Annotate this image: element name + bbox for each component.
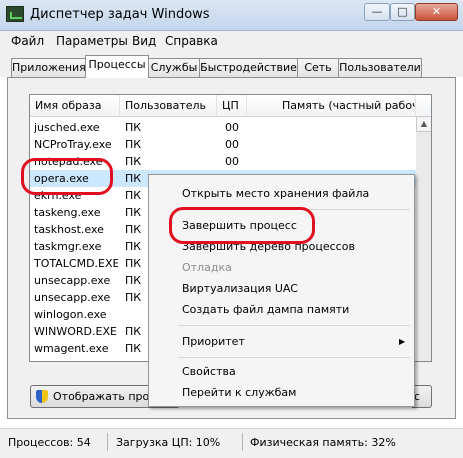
menu-uac-virtualization[interactable]: Виртуализация UAC <box>182 282 298 295</box>
column-user[interactable]: Пользователь <box>120 95 217 116</box>
process-name: wmagent.exe <box>34 342 109 355</box>
scroll-up-icon[interactable]: ▲ <box>416 116 431 132</box>
process-name: unsecapp.exe <box>34 274 111 287</box>
window-title: Диспетчер задач Windows <box>30 7 210 22</box>
menu-priority[interactable]: Приоритет <box>182 335 245 348</box>
process-name: winlogon.exe <box>34 308 107 321</box>
status-physical-memory: Физическая память: 32% <box>250 436 396 449</box>
submenu-arrow-icon: ▶ <box>399 337 406 346</box>
table-row[interactable]: jusched.exe ПК 00 <box>30 119 431 136</box>
column-image-name[interactable]: Имя образа <box>30 95 120 116</box>
close-button[interactable]: ✕ <box>415 3 458 21</box>
process-name: WINWORD.EXE <box>34 325 117 338</box>
menu-options[interactable]: Параметры <box>56 34 128 48</box>
status-bar: Процессов: 54 Загрузка ЦП: 10% Физическа… <box>0 428 463 458</box>
maximize-button[interactable]: □ <box>390 3 415 21</box>
tab-applications[interactable]: Приложения <box>11 58 86 77</box>
process-name: NCProTray.exe <box>34 138 112 151</box>
tab-users[interactable]: Пользователи <box>338 58 422 77</box>
process-user: ПК <box>125 138 142 151</box>
menu-separator <box>178 357 410 358</box>
annotation-circle-end-process <box>169 207 315 244</box>
status-cpu-load: Загрузка ЦП: 10% <box>116 436 221 449</box>
process-name: taskhost.exe <box>34 223 104 236</box>
process-user: ПК <box>125 155 142 168</box>
vertical-scrollbar[interactable]: ▲ <box>416 116 431 361</box>
menu-go-to-services[interactable]: Перейти к службам <box>182 386 296 399</box>
tab-processes[interactable]: Процессы <box>85 55 149 78</box>
tab-network[interactable]: Сеть <box>297 58 339 77</box>
menu-help[interactable]: Справка <box>165 34 218 48</box>
tab-services[interactable]: Службы <box>148 58 200 77</box>
menu-debug: Отладка <box>182 261 232 274</box>
menu-create-dump-file[interactable]: Создать файл дампа памяти <box>182 303 349 316</box>
process-cpu: 00 <box>225 121 239 134</box>
column-cpu[interactable]: ЦП <box>217 95 247 116</box>
process-name: unsecapp.exe <box>34 291 111 304</box>
column-header: Имя образа Пользователь ЦП Память (частн… <box>30 95 431 117</box>
process-cpu: 00 <box>225 138 239 151</box>
tab-performance[interactable]: Быстродействие <box>199 58 298 77</box>
status-divider <box>107 433 108 451</box>
status-process-count: Процессов: 54 <box>8 436 91 449</box>
menu-view[interactable]: Вид <box>132 34 156 48</box>
uac-shield-icon <box>36 390 48 403</box>
annotation-circle-opera <box>21 158 113 195</box>
menu-properties[interactable]: Свойства <box>182 365 236 378</box>
process-name: TOTALCMD.EXE <box>34 257 118 270</box>
menu-separator <box>178 325 410 326</box>
end-process-button[interactable]: с <box>412 385 432 408</box>
task-manager-icon <box>6 6 24 22</box>
menu-open-file-location[interactable]: Открыть место хранения файла <box>182 187 369 200</box>
show-all-processes-label: Отображать проце <box>53 390 164 403</box>
column-memory[interactable]: Память (частный рабочий <box>247 95 416 116</box>
process-name: taskmgr.exe <box>34 240 102 253</box>
status-divider <box>242 433 243 451</box>
process-user: ПК <box>125 121 142 134</box>
process-name: jusched.exe <box>34 121 100 134</box>
menu-bar: Файл Параметры Вид Справка <box>0 31 463 51</box>
process-cpu: 00 <box>225 155 239 168</box>
title-bar: Диспетчер задач Windows — □ ✕ <box>0 0 463 31</box>
table-row[interactable]: NCProTray.exe ПК 00 <box>30 136 431 153</box>
minimize-button[interactable]: — <box>364 3 390 21</box>
menu-file[interactable]: Файл <box>11 34 44 48</box>
process-name: taskeng.exe <box>34 206 101 219</box>
